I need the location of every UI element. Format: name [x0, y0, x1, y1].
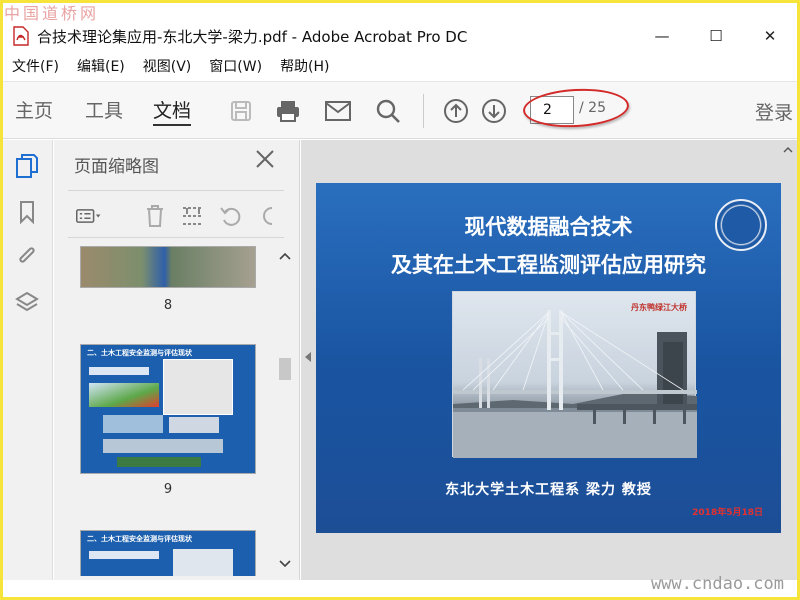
panel-title: 页面缩略图	[74, 157, 159, 177]
next-page-button[interactable]	[479, 96, 509, 126]
close-icon: ✕	[763, 27, 777, 45]
thumbnail-list: 8 二、土木工程安全监测与评估现状 9 二、土木工程安全监测与评估现状	[68, 246, 292, 576]
mail-icon	[325, 101, 351, 121]
arrow-up-circle-icon	[444, 99, 468, 123]
paperclip-icon	[19, 247, 35, 263]
thumbnail-label: 9	[163, 482, 173, 497]
scrollbar-thumb[interactable]	[279, 358, 291, 380]
tab-document[interactable]: 文档	[153, 96, 192, 126]
slide-title-line2: 及其在土木工程监测评估应用研究	[391, 253, 706, 277]
minimize-icon: —	[654, 27, 670, 45]
search-button[interactable]	[373, 96, 403, 126]
attachments-button[interactable]	[13, 242, 41, 270]
maximize-icon: ☐	[709, 27, 723, 45]
menu-file[interactable]: 文件(F)	[3, 56, 68, 78]
document-scrollbar[interactable]	[781, 140, 795, 580]
thumbnail-page-8[interactable]	[80, 246, 256, 288]
main-toolbar: 主页 工具 文档 2 / 25 登录	[3, 81, 797, 139]
bookmark-icon	[20, 201, 34, 224]
save-icon	[231, 101, 251, 121]
panel-toolbar	[68, 190, 284, 238]
rotate-cw-button[interactable]	[254, 203, 280, 229]
insert-page-button[interactable]	[180, 203, 206, 229]
chevron-down-icon	[279, 560, 291, 568]
options-menu-button[interactable]	[76, 203, 102, 229]
menu-view[interactable]: 视图(V)	[134, 56, 201, 78]
slide-author: 东北大学土木工程系 梁力 教授	[445, 482, 652, 498]
bridge-image	[453, 310, 697, 458]
pdf-file-icon	[13, 26, 29, 46]
pdf-page: 现代数据融合技术 及其在土木工程监测评估应用研究 丹东鸭绿江大桥 东北大学土木工…	[316, 183, 781, 533]
toolbar-divider	[423, 94, 424, 128]
window-title: 合技术理论集应用-东北大学-梁力.pdf - Adobe Acrobat Pro…	[37, 27, 468, 46]
thumbnail-heading: 二、土木工程安全监测与评估现状	[87, 349, 192, 357]
page-total: / 25	[579, 100, 606, 116]
pages-icon	[16, 154, 38, 178]
slide-title-line1: 现代数据融合技术	[464, 215, 633, 239]
slide-date: 2018年5月18日	[692, 508, 763, 518]
page-number-input[interactable]: 2	[530, 96, 574, 124]
menu-bar: 文件(F) 编辑(E) 视图(V) 窗口(W) 帮助(H)	[3, 56, 797, 78]
insert-page-icon	[183, 207, 203, 225]
previous-page-button[interactable]	[441, 96, 471, 126]
watermark-top: 中国道桥网	[4, 4, 100, 23]
close-panel-button[interactable]	[254, 148, 276, 170]
delete-page-button[interactable]	[142, 203, 168, 229]
list-options-icon	[76, 209, 101, 223]
chevron-up-icon	[279, 252, 291, 260]
thumbnails-panel: 页面缩略图 8 二、土木工程安全监测与评估现状 9 二、土木工程安全监测与评估现…	[54, 140, 300, 580]
menu-help[interactable]: 帮助(H)	[271, 56, 338, 78]
collapse-panel-icon	[305, 352, 311, 362]
navigation-rail	[3, 140, 53, 580]
rotate-right-icon	[263, 207, 273, 225]
search-icon	[376, 99, 400, 123]
tab-tools[interactable]: 工具	[85, 96, 123, 126]
title-bar: 合技术理论集应用-东北大学-梁力.pdf - Adobe Acrobat Pro…	[3, 20, 797, 52]
page-thumbnails-button[interactable]	[13, 152, 41, 180]
thumbnail-heading: 二、土木工程安全监测与评估现状	[87, 535, 192, 543]
menu-edit[interactable]: 编辑(E)	[68, 56, 134, 78]
thumbnail-label: 8	[163, 298, 173, 313]
print-icon	[277, 101, 299, 122]
menu-window[interactable]: 窗口(W)	[200, 56, 271, 78]
trash-icon	[147, 205, 163, 227]
print-button[interactable]	[273, 96, 303, 126]
tab-home[interactable]: 主页	[15, 96, 53, 126]
chevron-up-icon	[783, 147, 793, 153]
minimize-button[interactable]: —	[635, 20, 689, 52]
layers-button[interactable]	[13, 288, 41, 316]
thumbnail-scrollbar[interactable]	[276, 246, 294, 576]
close-window-button[interactable]: ✕	[743, 20, 797, 52]
email-button[interactable]	[323, 96, 353, 126]
rotate-left-icon	[220, 207, 241, 226]
arrow-down-circle-icon	[482, 99, 506, 123]
save-button[interactable]	[226, 96, 256, 126]
document-view: 现代数据融合技术 及其在土木工程监测评估应用研究 丹东鸭绿江大桥 东北大学土木工…	[301, 140, 797, 580]
bookmarks-button[interactable]	[13, 198, 41, 226]
photo-caption: 丹东鸭绿江大桥	[631, 303, 687, 312]
watermark-bottom: www.cndao.com	[650, 574, 784, 594]
rotate-ccw-button[interactable]	[218, 203, 244, 229]
layers-icon	[15, 291, 39, 312]
maximize-button[interactable]: ☐	[689, 20, 743, 52]
login-link[interactable]: 登录	[755, 98, 793, 125]
close-icon	[256, 150, 274, 168]
bridge-photo: 丹东鸭绿江大桥	[452, 291, 697, 458]
thumbnail-page-10[interactable]: 二、土木工程安全监测与评估现状	[80, 530, 256, 576]
thumbnail-page-9[interactable]: 二、土木工程安全监测与评估现状	[80, 344, 256, 474]
